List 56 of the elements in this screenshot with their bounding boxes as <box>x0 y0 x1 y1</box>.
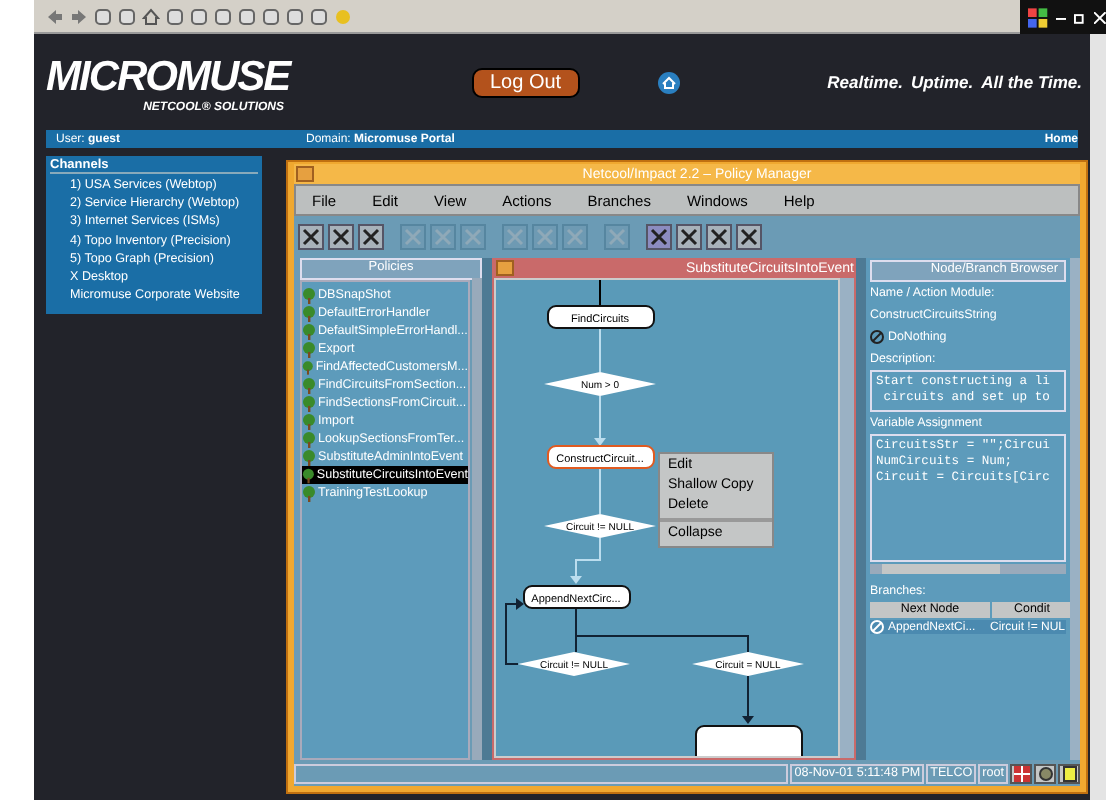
grid-icon <box>1013 765 1029 781</box>
tool-icon <box>506 227 524 245</box>
status-button[interactable] <box>1058 763 1080 783</box>
status-button[interactable] <box>1034 763 1056 783</box>
toolbar-button[interactable] <box>736 223 762 249</box>
tool-icon <box>608 227 626 245</box>
scrollbar[interactable] <box>870 564 1066 574</box>
tool-icon <box>740 227 758 245</box>
forward-arrow-icon[interactable] <box>70 7 88 25</box>
splitter-handle[interactable] <box>482 258 492 760</box>
status-button[interactable] <box>1010 763 1032 783</box>
gear-icon <box>1037 765 1053 781</box>
toolbar-button[interactable] <box>646 223 672 249</box>
document-icon <box>1061 765 1077 781</box>
connector-line <box>599 280 601 307</box>
logo-text: MICROMUSE <box>46 51 294 101</box>
toolbar-button[interactable] <box>298 223 324 249</box>
toolbar-button[interactable] <box>706 223 732 249</box>
logout-button[interactable]: Log Out <box>472 67 580 97</box>
windows-logo-icon <box>1028 7 1048 27</box>
scrollbar[interactable] <box>472 278 482 760</box>
window-menu-button[interactable] <box>296 166 314 182</box>
home-icon[interactable] <box>657 71 680 93</box>
tool-icon <box>434 227 452 245</box>
tagline-text: All the Time. <box>981 72 1082 92</box>
scrollbar[interactable] <box>840 278 854 758</box>
close-icon[interactable] <box>1094 11 1106 23</box>
connector-arrow <box>594 395 606 446</box>
tool-icon <box>464 227 482 245</box>
toolbar-button[interactable] <box>328 223 354 249</box>
back-arrow-icon[interactable] <box>46 7 64 25</box>
connector-arrow <box>570 537 601 584</box>
splitter-handle[interactable] <box>856 258 866 760</box>
page-scrollbar[interactable] <box>1090 34 1106 800</box>
no-action-icon <box>870 330 884 344</box>
tool-icon <box>332 227 350 245</box>
tool-icon <box>302 227 320 245</box>
tool-icon <box>536 227 554 245</box>
toolbar-button[interactable] <box>358 223 384 249</box>
window-menu-button[interactable] <box>496 260 514 276</box>
tagline-text: Realtime. <box>827 72 903 92</box>
tool-icon <box>680 227 698 245</box>
tool-icon <box>404 227 422 245</box>
tool-icon <box>362 227 380 245</box>
action-node[interactable] <box>695 725 803 756</box>
tool-icon <box>650 227 668 245</box>
connector-line <box>599 325 601 373</box>
connector-arrow <box>505 598 524 665</box>
tagline-text: Uptime. <box>910 72 974 92</box>
toolbar-button[interactable] <box>676 223 702 249</box>
tool-icon <box>710 227 728 245</box>
restore-icon[interactable] <box>1074 11 1087 23</box>
connector-line <box>599 467 601 515</box>
tool-icon <box>566 227 584 245</box>
no-action-icon <box>870 620 884 634</box>
connector-arrow <box>742 675 754 724</box>
